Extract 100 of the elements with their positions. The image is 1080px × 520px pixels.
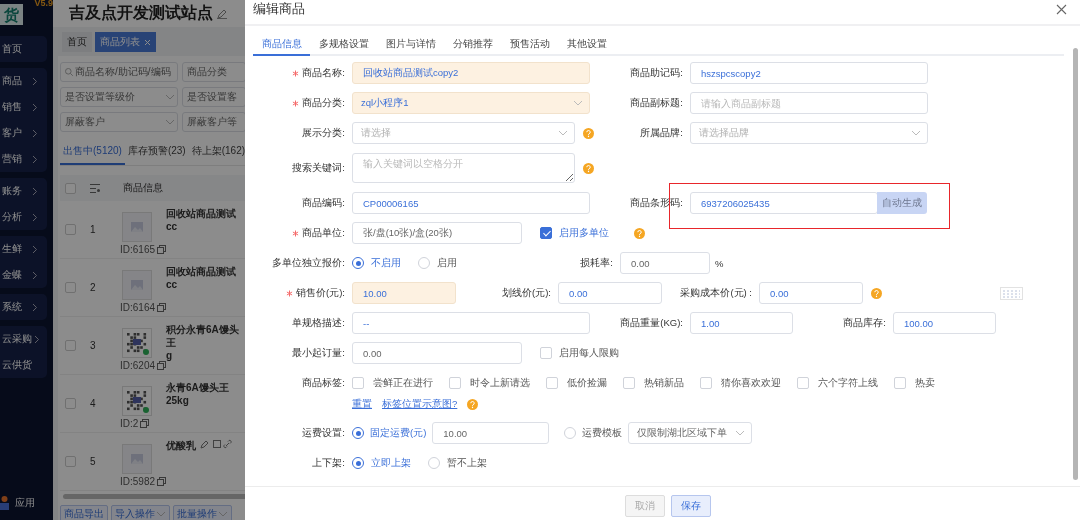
text-input[interactable]: 0.00 [759, 282, 863, 304]
text-input[interactable]: 张/盘(10张)/盒(20张) [352, 222, 522, 244]
tab[interactable]: 分销推荐 [444, 34, 501, 56]
radio-button[interactable] [352, 457, 364, 469]
image-placeholder-icon [122, 270, 152, 300]
checkbox-label[interactable]: 尝鲜正在进行 [373, 376, 433, 390]
menu-item[interactable]: 商品 [0, 68, 47, 94]
tab[interactable]: 商品信息 [253, 34, 310, 56]
copy-icon[interactable] [157, 477, 167, 486]
checkbox-label[interactable]: 热销新品 [644, 376, 684, 390]
radio-label[interactable]: 暂不上架 [447, 456, 487, 470]
menu-item[interactable]: 生鲜 [0, 236, 47, 262]
text-input[interactable]: 回收站商品测试copy2 [352, 62, 590, 84]
menu-item[interactable]: 营销 [0, 146, 47, 172]
link[interactable]: 标签位置示意图? [382, 397, 458, 411]
text-input[interactable]: 100.00 [893, 312, 996, 334]
radio-label[interactable]: 启用 [437, 256, 457, 270]
menu-item[interactable]: 首页 [0, 36, 47, 62]
checkbox-label[interactable]: 启用多单位 [559, 226, 609, 240]
menu-item[interactable]: 分析 [0, 204, 47, 230]
page-tab[interactable]: 首页 [62, 32, 92, 52]
checkbox-label[interactable]: 低价捡漏 [567, 376, 607, 390]
copy-icon[interactable] [157, 361, 167, 370]
qr-code-icon [122, 386, 152, 416]
row-index: 1 [89, 224, 97, 235]
select-field[interactable]: zql小程序1 [352, 92, 590, 114]
tab[interactable]: 其他设置 [558, 34, 615, 56]
tab[interactable]: 预售活动 [501, 34, 558, 56]
menu-item[interactable]: 金蝶 [0, 262, 47, 288]
row-index: 3 [89, 340, 97, 351]
field-label: 上下架: [312, 456, 345, 470]
text-area[interactable]: 输入关键词以空格分开 [352, 153, 575, 183]
radio-label[interactable]: 立即上架 [371, 456, 411, 470]
select-field[interactable]: 仅限制湖北区域下单 [628, 422, 753, 444]
field-label: 运费设置: [302, 426, 345, 440]
chevron-down-icon [573, 100, 583, 106]
copy-icon[interactable] [157, 245, 167, 254]
radio-label[interactable]: 固定运费(元) [370, 426, 427, 440]
status-tab[interactable]: 库存预警(23) [124, 140, 189, 165]
radio-label[interactable]: 运费模板 [582, 426, 623, 440]
text-input[interactable]: 1.00 [690, 312, 793, 334]
link[interactable]: 重置 [352, 397, 372, 411]
column-settings-icon[interactable] [90, 183, 100, 193]
select-field[interactable]: 屏蔽客户 [60, 112, 178, 132]
text-input[interactable]: hszspcscopy2 [690, 62, 928, 84]
text-input[interactable]: 0.00 [352, 342, 522, 364]
text-input[interactable]: 10.00 [432, 422, 550, 444]
checkbox-label[interactable]: 热卖 [915, 376, 935, 390]
copy-icon[interactable] [140, 419, 150, 428]
menu-item[interactable]: 云供货 [0, 352, 47, 378]
page-tab[interactable]: 商品列表 [95, 32, 156, 52]
search-icon [65, 68, 73, 76]
menu-item[interactable]: 销售 [0, 94, 47, 120]
product-id: ID:6165 [120, 244, 156, 255]
radio-button[interactable] [352, 427, 364, 439]
product-id: ID:6164 [120, 302, 156, 313]
checkbox-label[interactable]: 启用每人限购 [559, 346, 619, 360]
copy-icon[interactable] [157, 303, 167, 312]
text-input[interactable]: 0.00 [620, 252, 710, 274]
menu-item[interactable]: 系统 [0, 294, 47, 320]
tab[interactable]: 多规格设置 [310, 34, 377, 56]
menu-item[interactable]: 客户 [0, 120, 47, 146]
edit-tools-icon[interactable] [200, 439, 234, 449]
checkbox-label[interactable]: 六个字符上线 [818, 376, 878, 390]
checkbox[interactable] [540, 227, 552, 239]
field-label: 商品编码: [302, 196, 345, 210]
help-icon [583, 127, 594, 139]
radio-button[interactable] [352, 257, 364, 269]
row-index: 2 [89, 282, 97, 293]
menu-item[interactable]: 账务 [0, 178, 47, 204]
search-field[interactable]: 商品名称/助记码/编码 [60, 62, 178, 82]
text-input[interactable]: 6937206025435 [690, 192, 878, 214]
text-input[interactable]: 0.00 [558, 282, 662, 304]
checkbox-label[interactable]: 猜你喜欢欢迎 [721, 376, 781, 390]
scrollbar[interactable] [63, 494, 245, 499]
field-label: 商品副标题: [630, 96, 683, 110]
text-input[interactable]: 10.00 [352, 282, 456, 304]
chevron-down-icon [165, 119, 175, 125]
text-input[interactable]: CP00006165 [352, 192, 590, 214]
action-button[interactable]: 商品导出 [60, 505, 108, 520]
menu-item[interactable]: 云采购 [0, 326, 47, 352]
pencil-icon[interactable] [217, 8, 227, 19]
field-label: 搜索关键词: [292, 161, 345, 175]
action-button[interactable]: 导入操作 [111, 505, 170, 520]
save-button[interactable]: 保存 [671, 495, 711, 517]
close-icon[interactable] [1056, 3, 1067, 15]
status-tab[interactable]: 待上架(162) [188, 140, 245, 165]
product-name: 回收站商品测试cc [166, 265, 237, 291]
text-input[interactable]: -- [352, 312, 590, 334]
status-tab[interactable]: 出售中(5120) [60, 140, 125, 165]
tab[interactable]: 图片与详情 [377, 34, 444, 56]
radio-label[interactable]: 不启用 [371, 256, 401, 270]
select-field[interactable]: 是否设置等级价 [60, 87, 178, 107]
row-index: 5 [89, 456, 97, 467]
checkbox-label[interactable]: 时令上新请选 [470, 376, 530, 390]
apps-link[interactable]: 应用 [15, 496, 35, 510]
scrollbar[interactable] [1073, 48, 1078, 480]
unit-text: % [715, 257, 724, 269]
action-button[interactable]: 批量操作 [173, 505, 232, 520]
apps-icon[interactable] [0, 496, 9, 510]
